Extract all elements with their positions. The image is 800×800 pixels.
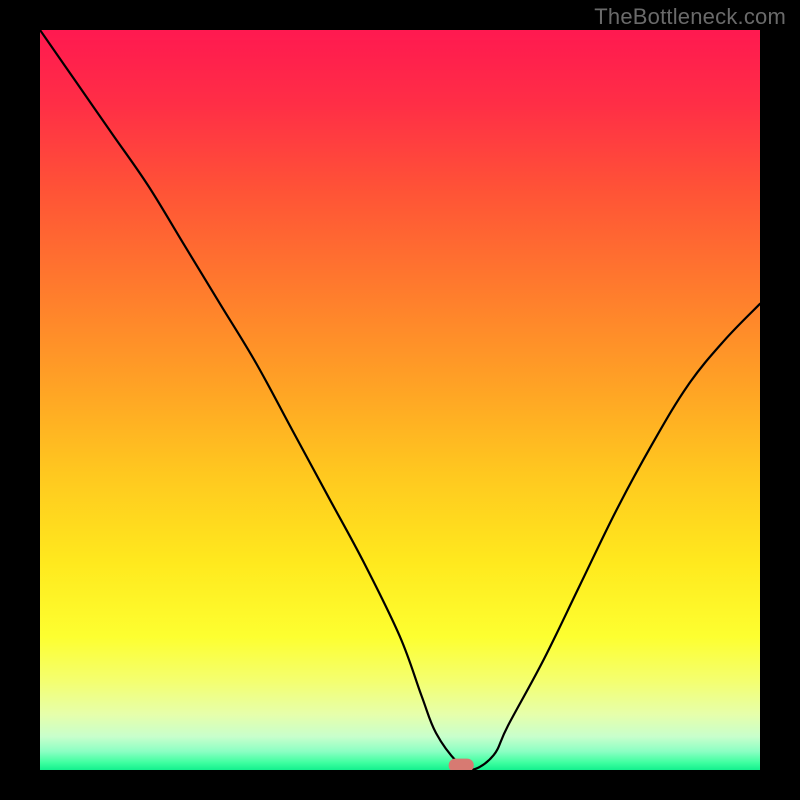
watermark-text: TheBottleneck.com: [594, 4, 786, 30]
chart-frame: TheBottleneck.com: [0, 0, 800, 800]
plot-area: [40, 30, 760, 770]
gradient-background: [40, 30, 760, 770]
optimal-marker: [449, 759, 474, 770]
bottleneck-chart: [40, 30, 760, 770]
